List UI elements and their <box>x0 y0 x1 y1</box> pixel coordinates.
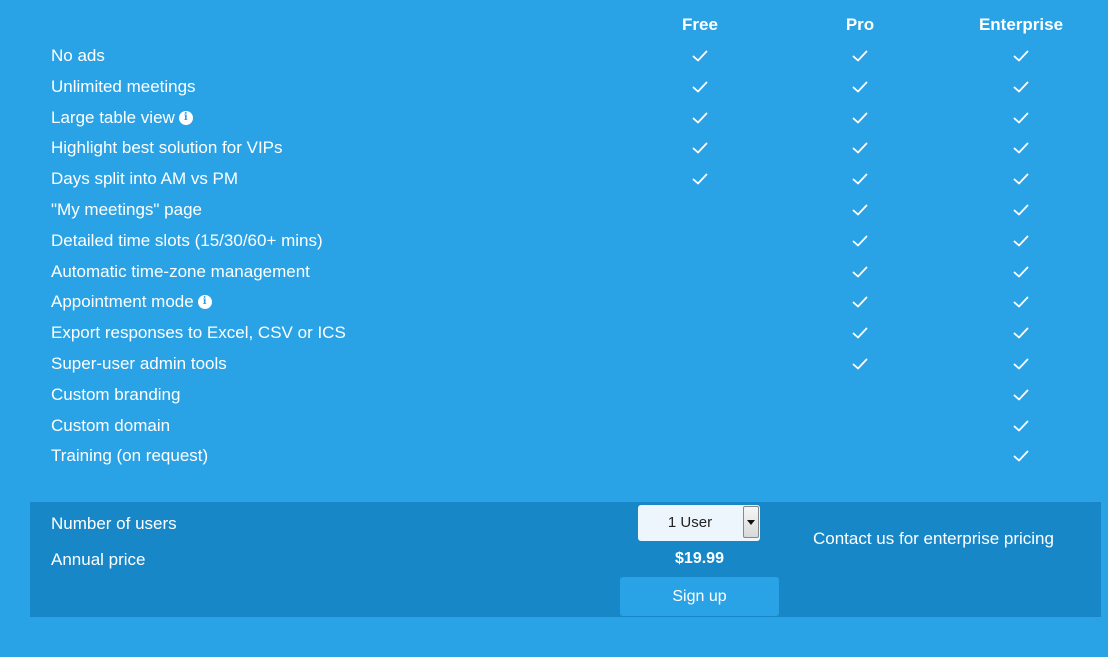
feature-label-text: Super-user admin tools <box>51 353 227 373</box>
check-icon <box>1011 200 1031 220</box>
feature-row: Highlight best solution for VIPs <box>0 133 1108 164</box>
check-icon <box>850 108 870 128</box>
feature-label-text: Custom branding <box>51 384 181 404</box>
check-icon <box>1011 77 1031 97</box>
column-header-enterprise: Enterprise <box>978 15 1064 34</box>
feature-label: "My meetings" page <box>51 200 202 220</box>
feature-row: Custom domain <box>0 411 1108 442</box>
chevron-down-icon[interactable] <box>743 506 759 538</box>
enterprise-pricing-note: Contact us for enterprise pricing <box>813 529 1054 548</box>
feature-row: Custom branding <box>0 380 1108 411</box>
feature-label-text: No ads <box>51 46 105 65</box>
check-icon <box>690 77 710 97</box>
pricing-panel: Number of users Annual price 1 User $19.… <box>30 502 1101 617</box>
check-icon <box>690 169 710 189</box>
feature-label: Training (on request) <box>51 446 208 466</box>
feature-label: No ads <box>51 46 105 66</box>
feature-row: No ads <box>0 41 1108 72</box>
feature-label-text: Days split into AM vs PM <box>51 169 239 189</box>
check-icon <box>850 262 870 282</box>
check-icon <box>1011 446 1031 466</box>
check-icon <box>850 138 870 158</box>
feature-label: Super-user admin tools <box>51 354 227 374</box>
check-icon <box>1011 138 1031 158</box>
price-value: $19.99 <box>675 550 724 567</box>
feature-label-text: Custom domain <box>51 415 171 435</box>
feature-label: Appointment mode i <box>51 292 212 312</box>
feature-label: Export responses to Excel, CSV or ICS <box>51 323 346 343</box>
feature-row: Unlimited meetings <box>0 72 1108 103</box>
check-icon <box>850 292 870 312</box>
users-select-value: 1 User <box>667 514 713 531</box>
feature-label: Custom domain <box>51 416 170 436</box>
check-icon <box>850 323 870 343</box>
check-icon <box>1011 231 1031 251</box>
feature-row: Days split into AM vs PM <box>0 164 1108 195</box>
sign-up-button[interactable]: Sign up <box>620 577 779 616</box>
feature-label: Detailed time slots (15/30/60+ mins) <box>51 231 323 251</box>
check-icon <box>1011 169 1031 189</box>
check-icon <box>690 138 710 158</box>
check-icon <box>1011 385 1031 405</box>
feature-row: Export responses to Excel, CSV or ICS <box>0 318 1108 349</box>
feature-label-text: "My meetings" page <box>51 199 202 219</box>
feature-label: Highlight best solution for VIPs <box>51 138 283 158</box>
check-icon <box>850 200 870 220</box>
check-icon <box>1011 292 1031 312</box>
check-icon <box>1011 354 1031 374</box>
feature-row: Super-user admin tools <box>0 349 1108 380</box>
page-title-cut-off <box>0 0 1108 8</box>
feature-label-text: Training (on request) <box>51 446 209 466</box>
check-icon <box>850 169 870 189</box>
check-icon <box>1011 416 1031 436</box>
feature-label: Unlimited meetings <box>51 77 196 97</box>
feature-label-text: Highlight best solution for VIPs <box>51 138 283 158</box>
check-icon <box>1011 108 1031 128</box>
check-icon <box>850 354 870 374</box>
check-icon <box>850 46 870 66</box>
feature-label-text: Large table view <box>51 107 175 127</box>
info-icon[interactable]: i <box>178 110 193 125</box>
check-icon <box>1011 323 1031 343</box>
feature-label: Days split into AM vs PM <box>51 169 238 189</box>
feature-label-text: Detailed time slots (15/30/60+ mins) <box>51 230 323 250</box>
feature-label-text: Unlimited meetings <box>51 76 196 96</box>
feature-row: Appointment mode i <box>0 287 1108 318</box>
feature-row: Automatic time-zone management <box>0 257 1108 288</box>
check-icon <box>850 77 870 97</box>
feature-row: Detailed time slots (15/30/60+ mins) <box>0 226 1108 257</box>
feature-label-text: Export responses to Excel, CSV or ICS <box>51 323 346 343</box>
feature-label-text: Automatic time-zone management <box>51 261 310 281</box>
column-header-pro: Pro <box>845 15 875 34</box>
feature-row: "My meetings" page <box>0 195 1108 226</box>
users-select[interactable]: 1 User <box>638 505 760 541</box>
check-icon <box>850 231 870 251</box>
feature-label: Large table view i <box>51 108 193 128</box>
annual-price-label: Annual price <box>51 550 146 569</box>
feature-label: Custom branding <box>51 385 180 405</box>
info-icon[interactable]: i <box>197 295 212 310</box>
feature-label: Automatic time-zone management <box>51 262 310 282</box>
check-icon <box>1011 46 1031 66</box>
feature-row: Training (on request) <box>0 441 1108 472</box>
check-icon <box>1011 262 1031 282</box>
feature-label-text: Appointment mode <box>51 292 194 312</box>
column-header-free: Free <box>682 15 718 34</box>
feature-row: Large table view i <box>0 103 1108 134</box>
number-of-users-label: Number of users <box>51 514 177 533</box>
check-icon <box>690 108 710 128</box>
check-icon <box>690 46 710 66</box>
feature-table: No ads Unlimited meetings Large table view… <box>0 41 1108 472</box>
